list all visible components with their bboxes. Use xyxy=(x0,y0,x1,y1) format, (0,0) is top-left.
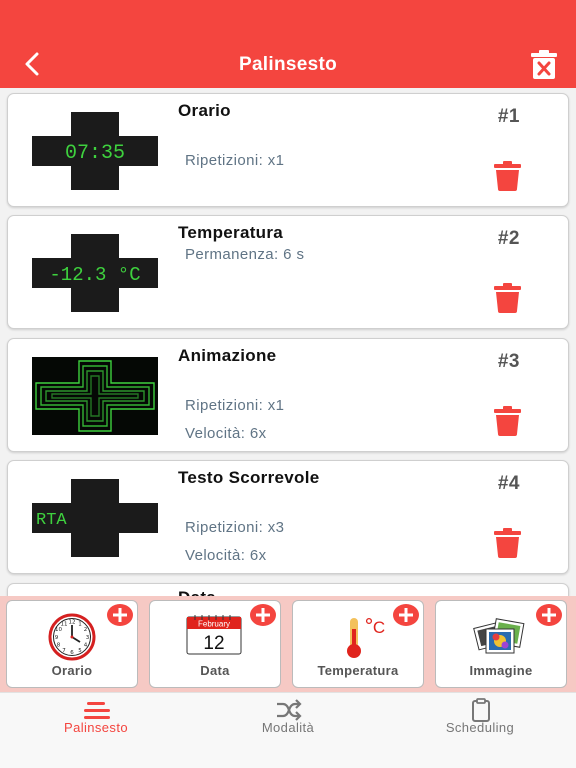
add-button-label: Temperatura xyxy=(317,663,399,678)
tab-label: Scheduling xyxy=(445,720,515,735)
item-detail: Ripetizioni: x1 xyxy=(185,152,285,169)
add-image-button[interactable]: Immagine xyxy=(435,600,567,688)
schedule-item[interactable]: 07:35 Orario #1 Ripetizioni: x1 xyxy=(7,93,569,207)
calendar-icon: February 12 xyxy=(186,615,242,655)
schedule-item[interactable]: -12.3 °C Temperatura #2 Permanenza: 6 s xyxy=(7,215,569,329)
shuffle-icon xyxy=(277,699,302,721)
add-clock-button[interactable]: 12 1 2 3 4567 8 9 10 11 Orario xyxy=(6,600,138,688)
svg-text:7: 7 xyxy=(62,648,66,654)
svg-text:11: 11 xyxy=(61,622,68,628)
clock-icon: 12 123 4567 891011 xyxy=(48,613,96,661)
add-plus-icon xyxy=(250,604,276,626)
add-button-label: Data xyxy=(200,663,230,678)
item-number: #1 xyxy=(497,106,520,127)
cross-display-preview: RTA xyxy=(32,479,158,557)
add-temperature-button[interactable]: C Temperatura xyxy=(292,600,424,688)
schedule-item[interactable]: Animazione #3 Ripetizioni: x1 Velocità: … xyxy=(7,338,569,452)
delete-all-icon[interactable] xyxy=(528,50,560,80)
add-button-label: Orario xyxy=(51,663,93,678)
bottom-tab-bar: Palinsesto Modalità Scheduling xyxy=(0,692,576,768)
cross-display-preview: -12.3 °C xyxy=(32,234,158,312)
schedule-list[interactable]: 07:35 Orario #1 Ripetizioni: x1 -12.3 °C… xyxy=(0,88,576,596)
add-date-button[interactable]: February 12 Data xyxy=(149,600,281,688)
item-number: #2 xyxy=(497,228,520,249)
item-detail: Ripetizioni: x3 xyxy=(185,519,285,536)
tab-label: Modalità xyxy=(261,720,315,735)
thermometer-icon: C xyxy=(347,617,385,658)
svg-text:9: 9 xyxy=(55,635,59,641)
item-title: Temperatura xyxy=(178,223,284,242)
add-plus-icon xyxy=(536,604,562,626)
add-button-label: Immagine xyxy=(469,663,533,678)
temperature-unit-text: C xyxy=(373,618,385,637)
item-detail: Permanenza: 6 s xyxy=(185,246,305,263)
calendar-month-text: February xyxy=(198,620,230,629)
svg-text:5: 5 xyxy=(78,648,82,654)
svg-text:1: 1 xyxy=(78,622,82,628)
add-plus-icon xyxy=(107,604,133,626)
svg-text:10: 10 xyxy=(55,627,62,633)
item-detail: Velocità: 6x xyxy=(185,547,267,564)
tab-palinsesto[interactable]: Palinsesto xyxy=(0,693,192,768)
app-header: Palinsesto xyxy=(0,0,576,88)
scrolling-text-preview: RTA xyxy=(36,511,67,530)
item-detail: Velocità: 6x xyxy=(185,425,267,442)
trash-icon[interactable] xyxy=(494,283,521,313)
item-title: Testo Scorrevole xyxy=(178,468,320,487)
temperature-preview-text: -12.3 °C xyxy=(49,264,140,286)
clock-preview-text: 07:35 xyxy=(65,142,125,165)
animation-preview xyxy=(32,357,158,435)
page-title: Palinsesto xyxy=(238,54,338,75)
svg-text:3: 3 xyxy=(86,635,90,641)
item-number: #3 xyxy=(497,351,520,372)
schedule-item[interactable]: Data xyxy=(7,583,569,596)
image-icon xyxy=(473,618,525,654)
item-number: #4 xyxy=(497,473,520,494)
menu-icon xyxy=(84,702,110,719)
tab-modalita[interactable]: Modalità xyxy=(192,693,384,768)
trash-icon[interactable] xyxy=(494,528,521,558)
svg-text:12: 12 xyxy=(69,620,76,626)
svg-text:6: 6 xyxy=(70,650,74,656)
clipboard-icon xyxy=(472,698,490,722)
add-plus-icon xyxy=(393,604,419,626)
calendar-day-text: 12 xyxy=(203,633,224,654)
svg-text:8: 8 xyxy=(57,643,61,649)
svg-text:4: 4 xyxy=(84,643,88,649)
item-title: Animazione xyxy=(178,346,277,365)
tab-label: Palinsesto xyxy=(64,720,128,735)
tab-scheduling[interactable]: Scheduling xyxy=(384,693,576,768)
item-detail: Ripetizioni: x1 xyxy=(185,397,285,414)
svg-text:2: 2 xyxy=(84,627,88,633)
add-item-bar: 12 1 2 3 4567 8 9 10 11 Orario February 12 xyxy=(0,596,576,692)
item-title: Orario xyxy=(178,101,231,120)
trash-icon[interactable] xyxy=(494,406,521,436)
item-title: Data xyxy=(178,588,216,596)
cross-display-preview: 07:35 xyxy=(32,112,158,190)
trash-icon[interactable] xyxy=(494,161,521,191)
schedule-item[interactable]: RTA Testo Scorrevole #4 Ripetizioni: x3 … xyxy=(7,460,569,574)
